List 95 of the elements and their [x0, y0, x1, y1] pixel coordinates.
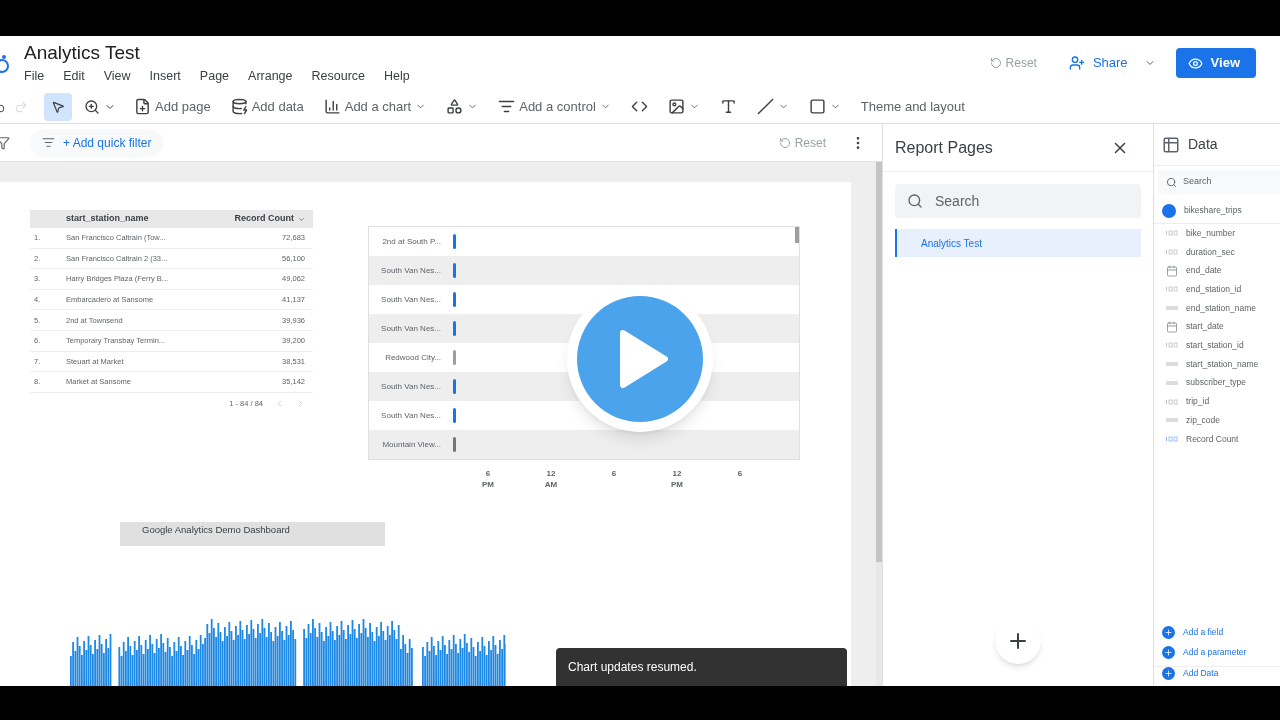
- number-type-icon: [1166, 249, 1178, 256]
- zoom-icon: [84, 98, 100, 115]
- field-item[interactable]: start_date: [1186, 320, 1224, 334]
- eye-icon: [1187, 55, 1203, 71]
- sort-caret-icon: [298, 215, 305, 223]
- share-button[interactable]: Share: [1056, 47, 1168, 79]
- panel-title: Data: [1188, 135, 1218, 154]
- number-type-icon: [1166, 398, 1178, 405]
- field-item[interactable]: Record Count: [1186, 432, 1239, 446]
- undo-arrow-icon: [778, 136, 791, 149]
- row-label: 2nd at South P...: [381, 235, 442, 248]
- menu-item[interactable]: File: [24, 66, 45, 86]
- number-type-icon: [1166, 342, 1178, 349]
- row-label: South Van Nes...: [380, 293, 442, 306]
- search-icon: [907, 193, 923, 209]
- filter-lines-icon: [498, 98, 516, 115]
- add-person-icon: [1068, 55, 1085, 71]
- shapes-icon: [446, 98, 464, 115]
- row-label: South Van Nes...: [380, 380, 442, 393]
- toast: Chart updates resumed.: [556, 648, 847, 686]
- axis-tick-label: 6 PM: [481, 468, 495, 490]
- axis-tick-label: 6: [736, 468, 744, 480]
- add-action-link[interactable]: Add Data: [1154, 666, 1280, 686]
- field-item[interactable]: zip_code: [1186, 413, 1221, 427]
- panel-title: Report Pages: [895, 137, 993, 158]
- number-type-icon: [1166, 230, 1178, 237]
- image-icon: [667, 98, 685, 115]
- table-icon: [1162, 135, 1180, 154]
- logo-icon: [0, 52, 12, 74]
- add-data-button[interactable]: Add data: [224, 92, 310, 121]
- add-page-fab[interactable]: [995, 618, 1041, 664]
- menu-item[interactable]: Page: [199, 66, 230, 86]
- theme-and-layout-button[interactable]: Theme and layout: [854, 92, 971, 121]
- menu-item[interactable]: Insert: [149, 66, 181, 86]
- database-icon: [230, 98, 248, 115]
- column-header[interactable]: Record Count: [234, 212, 313, 226]
- search-icon: [1166, 176, 1177, 188]
- row-label: Redwood City...: [384, 351, 442, 364]
- scrollbar-thumb[interactable]: [795, 227, 799, 243]
- report-title[interactable]: Analytics Test: [24, 40, 410, 65]
- menu-item[interactable]: Edit: [63, 66, 85, 86]
- add-page-button[interactable]: Add page: [128, 92, 217, 121]
- calendar-icon: [1166, 320, 1178, 333]
- file-plus-icon: [134, 98, 151, 115]
- pointer-icon: [51, 99, 65, 114]
- field-item[interactable]: end_date: [1186, 264, 1222, 278]
- filter-icon[interactable]: [0, 135, 10, 150]
- bar-chart-icon: [323, 98, 341, 115]
- add-quick-filter-button[interactable]: + Add quick filter: [30, 128, 164, 157]
- row-label: South Van Nes...: [380, 409, 442, 422]
- add-control-button[interactable]: Add a control: [492, 92, 617, 121]
- line-icon: [756, 98, 774, 115]
- add-action-link[interactable]: Add a field: [1154, 622, 1280, 642]
- add-chart-button[interactable]: Add a chart: [317, 92, 433, 121]
- select-tool[interactable]: [44, 92, 72, 121]
- text-type-icon: [1166, 379, 1178, 386]
- add-action-link[interactable]: Add a parameter: [1154, 642, 1280, 662]
- square-icon: [808, 98, 826, 115]
- field-item[interactable]: duration_sec: [1186, 245, 1235, 259]
- row-label: South Van Nes...: [380, 264, 442, 277]
- text-type-icon: [1166, 361, 1178, 368]
- text-type-icon: [1166, 417, 1178, 424]
- scrollbar-thumb[interactable]: [876, 162, 882, 562]
- number-type-icon: [1166, 435, 1178, 442]
- field-item[interactable]: end_station_id: [1186, 283, 1242, 296]
- text-icon: [719, 98, 737, 115]
- text-type-icon: [1166, 305, 1178, 312]
- axis-tick-label: 12 AM: [543, 468, 559, 490]
- field-item[interactable]: start_station_id: [1186, 339, 1244, 352]
- data-source-name: bikeshare_trips: [1184, 204, 1242, 217]
- menu-item[interactable]: View: [103, 66, 131, 86]
- menu-item[interactable]: Arrange: [248, 66, 293, 86]
- field-item[interactable]: subscriber_type: [1186, 376, 1246, 390]
- axis-tick-label: 12 PM: [670, 468, 684, 490]
- number-type-icon: [1166, 286, 1178, 293]
- text-box: Google Analytics Demo Dashboard: [120, 522, 385, 546]
- search-field[interactable]: Search: [1158, 170, 1280, 194]
- report-page-entry[interactable]: Analytics Test: [895, 229, 1141, 257]
- field-item[interactable]: end_station_name: [1186, 301, 1256, 315]
- field-item[interactable]: trip_id: [1186, 395, 1210, 408]
- axis-tick-label: 6: [610, 468, 618, 480]
- data-source-icon: [1162, 203, 1176, 218]
- row-label: Mountain View...: [381, 438, 442, 451]
- play-icon: [619, 329, 669, 389]
- calendar-icon: [1166, 264, 1178, 277]
- field-item[interactable]: start_station_name: [1186, 357, 1259, 371]
- menu-item[interactable]: Resource: [311, 66, 366, 86]
- undo-arrow-icon: [989, 57, 1002, 69]
- column-header[interactable]: start_station_name: [66, 212, 235, 226]
- search-field[interactable]: Search: [895, 184, 1141, 218]
- view-button[interactable]: View: [1175, 48, 1256, 78]
- field-item[interactable]: bike_number: [1186, 226, 1236, 240]
- filter-lines-icon: [42, 136, 55, 149]
- menu-item[interactable]: Help: [384, 66, 410, 86]
- row-label: South Van Nes...: [380, 322, 442, 335]
